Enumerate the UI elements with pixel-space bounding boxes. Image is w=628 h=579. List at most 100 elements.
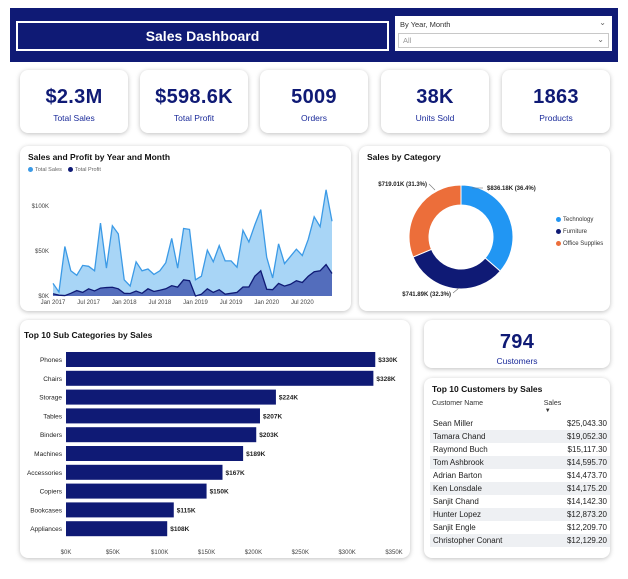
legend-dot [556, 229, 561, 235]
sales-by-category-card: Sales by Category $836.18K (36.4%) $741.8… [359, 146, 610, 311]
top-customers-card: Top 10 Customers by Sales Customer Name … [424, 378, 610, 558]
category-label: Binders [40, 432, 63, 439]
donut-data-label: $719.01K (31.3%) [378, 182, 427, 188]
kpi-value: $2.3M [45, 86, 103, 108]
dashboard-title: Sales Dashboard [16, 21, 389, 51]
bar-data-label: $207K [263, 413, 282, 420]
legend-label: Furniture [563, 229, 588, 236]
legend-item-technology[interactable]: Technology [556, 217, 603, 223]
x-tick-label: $50K [106, 550, 120, 556]
x-tick-label: Jan 2019 [183, 300, 208, 306]
bar-data-label: $330K [378, 357, 397, 364]
column-header-label: Sales [543, 400, 562, 407]
bar-chairs[interactable] [66, 370, 374, 386]
table-row[interactable]: Christopher Conant $12,129.20 [430, 534, 610, 547]
category-label: Machines [34, 451, 63, 458]
customer-name-cell: Ken Lonsdale [430, 482, 542, 495]
customer-name-cell: Christopher Conant [430, 534, 542, 547]
kpi-value: $598.6K [155, 86, 233, 108]
bar-bookcases[interactable] [66, 502, 174, 518]
bar-data-label: $108K [170, 526, 189, 533]
customer-name-cell: Adrian Barton [433, 471, 482, 480]
x-tick-label: Jul 2017 [77, 300, 100, 306]
bar-binders[interactable] [66, 427, 257, 443]
customer-sales-cell: $14,175.20 [541, 482, 610, 495]
x-tick-label: Jul 2019 [220, 300, 243, 306]
x-tick-label: $200K [245, 550, 262, 556]
bar-data-label: $224K [279, 395, 298, 402]
x-tick-label: Jan 2017 [41, 300, 66, 306]
kpi-value: 1863 [533, 86, 579, 108]
bar-machines[interactable] [66, 446, 244, 461]
kpi-card-products: 1863 Products [502, 70, 610, 133]
table-row[interactable]: Tom Ashbrook $14,595.70 [430, 456, 610, 469]
category-label: Storage [39, 395, 62, 402]
kpi-label: Units Sold [415, 113, 455, 123]
table-row[interactable]: Sanjit Chand $14,142.30 [430, 495, 610, 508]
x-tick-label: $300K [338, 550, 355, 556]
customer-name-cell: Sanjit Engle [433, 523, 476, 532]
donut-slice-office-supplies[interactable] [408, 184, 462, 258]
bar-data-label: $167K [226, 470, 245, 477]
x-tick-label: Jul 2020 [291, 300, 314, 306]
bar-phones[interactable] [66, 352, 376, 367]
kpi-value: 5009 [291, 86, 337, 108]
bar-copiers[interactable] [66, 483, 207, 499]
customer-name-cell: Raymond Buch [433, 445, 488, 454]
x-tick-label: $150K [198, 550, 215, 556]
x-tick-label: Jan 2018 [112, 300, 137, 306]
donut-data-label: $836.18K (36.4%) [487, 186, 536, 192]
sales-profit-area-chart[interactable]: $0K$50K$100KJan 2017 Jul 2017 Jan 2018 Jul … [20, 146, 351, 311]
bar-accessories[interactable] [66, 464, 223, 480]
customer-sales-cell: $15,117.30 [567, 445, 607, 454]
kpi-card-total-profit: $598.6K Total Profit [140, 70, 248, 133]
kpi-value: 794 [499, 331, 535, 353]
legend-item-furniture[interactable]: Furniture [556, 229, 603, 235]
customer-sales-cell: $12,873.20 [541, 508, 610, 521]
legend-label: Technology [563, 217, 594, 224]
table-row[interactable]: Adrian Barton $14,473.70 [430, 469, 610, 482]
leader-line [428, 183, 436, 191]
chevron-down-icon[interactable]: ⌄ [597, 35, 604, 44]
table-row[interactable]: Hunter Lopez $12,873.20 [430, 508, 610, 521]
series-area [53, 189, 332, 296]
bar-data-label: $203K [259, 432, 278, 439]
donut-slice-technology[interactable] [460, 184, 514, 272]
sub-categories-chart-card: Top 10 Sub Categories by Sales Phones $33… [20, 320, 410, 558]
kpi-card-total-sales: $2.3M Total Sales [20, 70, 128, 133]
table-row[interactable]: Ken Lonsdale $14,175.20 [430, 482, 610, 495]
kpi-label: Total Sales [53, 113, 95, 123]
table-row[interactable]: Tamara Chand $19,052.30 [430, 430, 610, 443]
y-tick-label: $100K [32, 204, 49, 210]
chevron-down-icon[interactable]: ⌄ [599, 18, 606, 27]
customer-name-cell: Hunter Lopez [430, 508, 542, 521]
table-row[interactable]: Raymond Buch $15,117.30 [430, 443, 610, 456]
date-filter[interactable]: By Year, Month ⌄ All ⌄ [395, 16, 612, 51]
x-tick-label: Jul 2018 [149, 300, 172, 306]
filter-value: All [403, 36, 412, 45]
category-label: Tables [43, 413, 63, 420]
customer-sales-cell: $25,043.30 [566, 419, 607, 428]
column-header-customer[interactable]: Customer Name [430, 398, 542, 417]
bar-storage[interactable] [66, 389, 276, 405]
sub-categories-bar-chart[interactable]: Phones $330K Chairs $328K Storage $224K Tables… [20, 320, 410, 558]
sales-profit-chart-card: Sales and Profit by Year and Month Total… [20, 146, 351, 311]
customer-name-cell: Sean Miller [433, 419, 474, 428]
x-tick-label: $250K [292, 550, 309, 556]
customer-sales-cell: $19,052.30 [541, 430, 610, 443]
legend-label: Office Supplies [563, 241, 604, 248]
customer-name-cell: Sanjit Chand [433, 497, 479, 506]
bar-appliances[interactable] [66, 521, 168, 537]
sort-desc-icon[interactable]: ▼ [545, 408, 551, 414]
table-row[interactable]: Sanjit Engle $12,209.70 [430, 521, 610, 534]
legend-item-office-supplies[interactable]: Office Supplies [556, 241, 603, 247]
column-header-sales[interactable]: Sales ▼ [542, 398, 610, 417]
table-row[interactable]: Sean Miller $25,043.30 [430, 417, 610, 430]
customer-sales-cell: $14,595.70 [541, 456, 610, 469]
bar-tables[interactable] [66, 408, 260, 424]
filter-select[interactable]: All ⌄ [398, 33, 609, 48]
bar-data-label: $115K [177, 507, 196, 514]
category-label: Phones [40, 357, 63, 364]
legend-dot [556, 241, 561, 247]
category-label: Appliances [30, 526, 63, 533]
